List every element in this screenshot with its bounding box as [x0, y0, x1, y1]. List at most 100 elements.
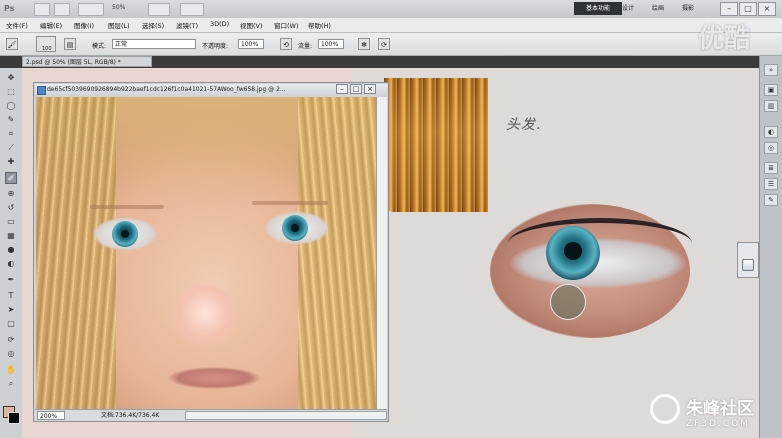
- workspace-design[interactable]: 设计: [618, 2, 638, 15]
- menu-filter[interactable]: 滤镜(T): [176, 20, 198, 30]
- pen-tool-icon[interactable]: ✒: [5, 274, 17, 286]
- document-icon: [37, 86, 46, 95]
- zf3d-watermark: 朱峰社区 ZF3D.COM: [652, 394, 754, 429]
- document-tab[interactable]: 2.psd @ 50% (图层 5L, RGB/8) *: [22, 56, 152, 67]
- reference-photo[interactable]: [36, 97, 376, 409]
- view-extras-button[interactable]: [78, 3, 104, 16]
- close-button[interactable]: ×: [758, 2, 776, 16]
- zoom-tool-icon[interactable]: ⌕: [5, 378, 17, 390]
- background-color-swatch[interactable]: [8, 412, 20, 424]
- blur-tool-icon[interactable]: ●: [5, 244, 17, 256]
- brush-cursor: [550, 284, 586, 320]
- masks-icon[interactable]: ◎: [764, 142, 778, 154]
- menu-3d[interactable]: 3D(D): [210, 20, 229, 28]
- channels-icon[interactable]: ☰: [764, 178, 778, 190]
- brush-tool-icon[interactable]: ✐: [5, 172, 17, 184]
- photo-vertical-scrollbar[interactable]: [376, 97, 387, 409]
- photo-hair-left: [36, 97, 116, 409]
- quick-select-tool-icon[interactable]: ✎: [5, 114, 17, 126]
- airbrush-icon[interactable]: ✻: [358, 38, 370, 50]
- photo-nose: [172, 285, 238, 355]
- youku-watermark: 优酷: [698, 24, 751, 54]
- reference-photo-title[interactable]: de65cf5039690926894b922baef1cdc126f1c0a4…: [35, 84, 387, 96]
- tool-options-bar: 🖌 100 ▤ 模式: 正常 不透明度: 100% ⟲ 流量: 100% ✻ ⟳: [0, 33, 782, 56]
- shape-tool-icon[interactable]: ▢: [5, 318, 17, 330]
- menu-edit[interactable]: 编辑(E): [40, 20, 62, 30]
- photo-horizontal-scrollbar[interactable]: [185, 411, 387, 420]
- workspace-photography[interactable]: 摄影: [678, 2, 698, 15]
- move-tool-icon[interactable]: ✥: [5, 72, 17, 84]
- workspace-painting[interactable]: 绘画: [648, 2, 668, 15]
- history-brush-tool-icon[interactable]: ↺: [5, 202, 17, 214]
- maximize-button[interactable]: □: [739, 2, 757, 16]
- brush-preset-icon[interactable]: 🖌: [6, 38, 18, 50]
- photo-left-pupil: [121, 230, 129, 238]
- path-select-tool-icon[interactable]: ➤: [5, 304, 17, 316]
- tools-panel: ✥ ⬚ ◯ ✎ ⌗ ⟋ ✚ ✐ ⊕ ↺ ▭ ▦ ● ◐ ✒ T ➤ ▢ ⟳ ◎ …: [0, 68, 23, 438]
- pressure-size-icon[interactable]: ⟳: [378, 38, 390, 50]
- photo-hair-right: [298, 97, 376, 409]
- menu-image[interactable]: 图像(I): [74, 20, 94, 30]
- brush-size-value: 100: [42, 46, 52, 52]
- menu-bar: 文件(F) 编辑(E) 图像(I) 图层(L) 选择(S) 滤镜(T) 3D(D…: [0, 18, 782, 33]
- histogram-icon[interactable]: ▥: [764, 100, 778, 112]
- flow-field[interactable]: 100%: [318, 39, 344, 49]
- navigator-icon[interactable]: ▣: [764, 84, 778, 96]
- panel-collapse-icon[interactable]: »: [764, 64, 778, 76]
- gradient-tool-icon[interactable]: ▦: [5, 230, 17, 242]
- application-bar: Ps 50% 基本功能 设计 绘画 摄影 – □ ×: [0, 0, 782, 19]
- bridge-button[interactable]: [34, 3, 50, 16]
- reference-photo-window[interactable]: de65cf5039690926894b922baef1cdc126f1c0a4…: [33, 82, 389, 422]
- photo-document-info[interactable]: 文档:736.4K/736.4K: [101, 411, 159, 420]
- photo-right-brow: [252, 201, 328, 205]
- eraser-tool-icon[interactable]: ▭: [5, 216, 17, 228]
- arrange-documents-button[interactable]: [148, 3, 170, 16]
- type-tool-icon[interactable]: T: [5, 290, 17, 302]
- paths-icon[interactable]: ✎: [764, 194, 778, 206]
- brush-panel-icon[interactable]: ▤: [64, 38, 76, 50]
- 3d-rotate-tool-icon[interactable]: ⟳: [5, 334, 17, 346]
- marquee-tool-icon[interactable]: ⬚: [5, 86, 17, 98]
- lasso-tool-icon[interactable]: ◯: [5, 100, 17, 112]
- photo-zoom-field[interactable]: 200%: [37, 411, 65, 420]
- menu-window[interactable]: 窗口(W): [274, 20, 299, 30]
- minimize-button[interactable]: –: [720, 2, 738, 16]
- menu-layer[interactable]: 图层(L): [108, 20, 130, 30]
- pressure-opacity-icon[interactable]: ⟲: [280, 38, 292, 50]
- zoom-level[interactable]: 50%: [112, 4, 125, 11]
- navigator-thumb-icon[interactable]: [742, 259, 754, 271]
- healing-tool-icon[interactable]: ✚: [5, 156, 17, 168]
- crop-tool-icon[interactable]: ⌗: [5, 128, 17, 140]
- clone-stamp-tool-icon[interactable]: ⊕: [5, 188, 17, 200]
- window-controls: – □ ×: [720, 2, 778, 16]
- menu-file[interactable]: 文件(F): [6, 20, 28, 30]
- eyedropper-tool-icon[interactable]: ⟋: [5, 142, 17, 154]
- mini-bridge-button[interactable]: [54, 3, 70, 16]
- hair-highlight: [384, 78, 488, 212]
- menu-view[interactable]: 视图(V): [240, 20, 263, 30]
- eye-painting-eyelid: [508, 218, 692, 269]
- adjustments-icon[interactable]: ◐: [764, 126, 778, 138]
- menu-help[interactable]: 帮助(H): [308, 20, 331, 30]
- photo-right-pupil: [291, 224, 299, 232]
- menu-select[interactable]: 选择(S): [142, 20, 164, 30]
- workspace-essentials[interactable]: 基本功能: [574, 2, 622, 15]
- doc-close-button[interactable]: ×: [364, 84, 376, 94]
- opacity-field[interactable]: 100%: [238, 39, 264, 49]
- mini-navigator-panel[interactable]: [737, 242, 759, 278]
- doc-maximize-button[interactable]: □: [350, 84, 362, 94]
- handwritten-annotation: 头发.: [506, 117, 542, 133]
- blend-mode-select[interactable]: 正常: [112, 39, 196, 49]
- layers-icon[interactable]: ≣: [764, 162, 778, 174]
- hand-tool-icon[interactable]: ✋: [5, 364, 17, 376]
- screen-mode-button[interactable]: [180, 3, 204, 16]
- doc-minimize-button[interactable]: –: [336, 84, 348, 94]
- panel-dock: » ▣ ▥ ◐ ◎ ≣ ☰ ✎: [759, 56, 782, 438]
- zf3d-watermark-en: ZF3D.COM: [686, 419, 750, 429]
- photoshop-logo: Ps: [4, 4, 15, 13]
- flow-label: 流量:: [298, 43, 313, 50]
- zf3d-watermark-zh: 朱峰社区: [686, 399, 754, 419]
- 3d-orbit-tool-icon[interactable]: ◎: [5, 348, 17, 360]
- mode-label: 模式:: [92, 43, 107, 50]
- dodge-tool-icon[interactable]: ◐: [5, 258, 17, 270]
